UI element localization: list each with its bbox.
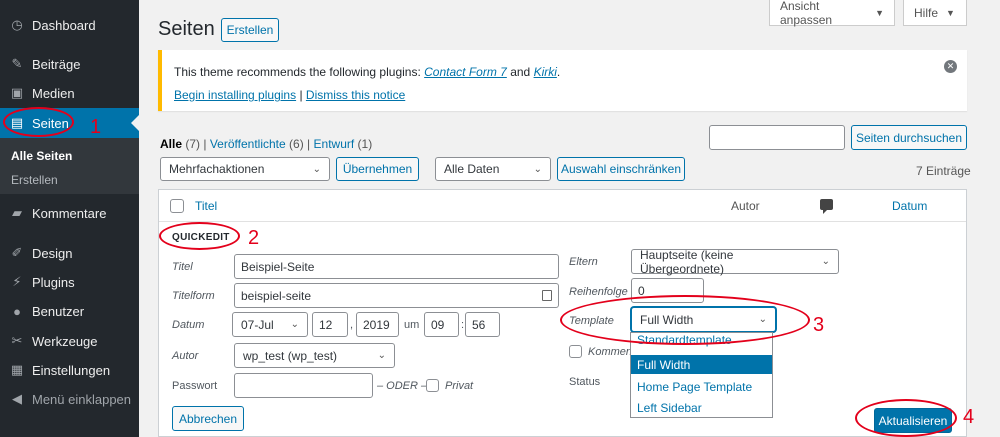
menu-plugins[interactable]: ⚡ Plugins: [0, 267, 139, 297]
menu-tools[interactable]: ✂ Werkzeuge: [0, 326, 139, 356]
annotation-ellipse-1: [3, 107, 74, 137]
submenu-add-new[interactable]: Erstellen: [11, 173, 58, 187]
install-plugins-link[interactable]: Begin installing plugins: [174, 88, 296, 102]
filter-draft[interactable]: Entwurf: [314, 137, 355, 151]
select-all-checkbox[interactable]: [170, 199, 184, 213]
parent-select[interactable]: Hauptseite (keine Übergeordnete) ⌄: [631, 248, 839, 276]
title-input[interactable]: Beispiel-Seite: [234, 254, 559, 279]
pages-submenu: Alle Seiten Erstellen: [0, 138, 139, 194]
annotation-ellipse-2: [159, 222, 240, 250]
dismiss-notice-link[interactable]: Dismiss this notice: [306, 88, 405, 102]
comment-icon: [820, 199, 833, 214]
wrench-icon: ✂: [11, 333, 23, 348]
annotation-number-2: 2: [248, 227, 260, 249]
menu-media[interactable]: ▣ Medien: [0, 78, 139, 108]
year-input[interactable]: 2019: [356, 312, 399, 337]
contact-form-link[interactable]: Contact Form 7: [424, 65, 507, 79]
template-option-left-sidebar[interactable]: Left Sidebar: [631, 398, 772, 417]
chevron-down-icon: ⌄: [821, 256, 830, 267]
chevron-down-icon: ⌄: [533, 163, 542, 175]
allow-comments-checkbox[interactable]: [569, 345, 582, 358]
annotation-number-1: 1: [90, 116, 102, 138]
screen-options-button[interactable]: Ansicht anpassen ▼: [769, 0, 895, 27]
column-date[interactable]: Datum: [892, 199, 927, 213]
comments-label: Komment: [588, 346, 636, 358]
media-icon: ▣: [10, 85, 24, 100]
plugin-icon: ⚡: [12, 274, 22, 289]
apply-button[interactable]: Übernehmen: [336, 157, 419, 181]
status-filter: Alle (7) | Veröffentlichte (6) | Entwurf…: [160, 137, 373, 151]
settings-icon: ▦: [10, 362, 24, 377]
annotation-number-3: 3: [813, 314, 825, 336]
template-option-full-width[interactable]: Full Width: [631, 355, 772, 374]
password-label: Passwort: [172, 380, 218, 392]
comment-icon: ▰: [12, 205, 22, 220]
private-label: Privat: [445, 380, 474, 392]
pages-table: Titel Autor Datum QUICKEDIT Titel Beispi…: [158, 189, 967, 437]
filter-all[interactable]: Alle: [160, 137, 182, 151]
filter-published[interactable]: Veröffentlichte: [210, 137, 286, 151]
title-label: Titel: [172, 261, 193, 273]
menu-settings[interactable]: ▦ Einstellungen: [0, 355, 139, 385]
menu-appearance[interactable]: ✐ Design: [0, 238, 139, 268]
help-button[interactable]: Hilfe ▼: [903, 0, 967, 26]
chevron-down-icon: ⌄: [290, 319, 299, 330]
filter-button[interactable]: Auswahl einschränken: [557, 157, 685, 181]
menu-dashboard[interactable]: ◷ Dashboard: [0, 10, 139, 40]
template-dropdown: Standardtemplate Full Width Home Page Te…: [630, 332, 773, 418]
author-label: Autor: [172, 350, 199, 362]
table-header: Titel Autor Datum: [159, 190, 966, 222]
column-title[interactable]: Titel: [195, 199, 217, 213]
slug-label: Titelform: [172, 290, 215, 302]
chevron-down-icon: ⌄: [312, 163, 321, 175]
search-input[interactable]: [709, 125, 845, 150]
close-icon[interactable]: ✕: [944, 60, 957, 73]
id-card-icon: [542, 290, 552, 301]
pin-icon: ✎: [11, 56, 23, 71]
search-pages-button[interactable]: Seiten durchsuchen: [851, 125, 967, 150]
notice-actions: Begin installing plugins | Dismiss this …: [174, 88, 406, 102]
plugin-notice: This theme recommends the following plug…: [158, 50, 967, 111]
page-title: Seiten: [158, 18, 215, 40]
kirki-link[interactable]: Kirki: [534, 65, 557, 79]
submenu-all-pages[interactable]: Alle Seiten: [11, 149, 72, 163]
menu-collapse[interactable]: ◀ Menü einklappen: [0, 384, 139, 414]
add-new-page-button[interactable]: Erstellen: [221, 18, 279, 42]
current-menu-arrow: [131, 115, 139, 131]
admin-sidebar: ◷ Dashboard ✎ Beiträge ▣ Medien ▤ Seiten…: [0, 0, 139, 437]
template-option-home[interactable]: Home Page Template: [631, 377, 772, 396]
parent-label: Eltern: [569, 256, 598, 268]
annotation-ellipse-3: [560, 295, 810, 345]
bulk-actions-select[interactable]: Mehrfachaktionen ⌄: [160, 157, 330, 181]
dashboard-icon: ◷: [11, 17, 23, 32]
menu-comments[interactable]: ▰ Kommentare: [0, 198, 139, 228]
day-input[interactable]: 12: [312, 312, 348, 337]
private-checkbox[interactable]: [426, 379, 439, 392]
status-label: Status: [569, 376, 601, 388]
chevron-down-icon: ⌄: [377, 350, 386, 361]
user-icon: ●: [13, 303, 21, 319]
annotation-number-4: 4: [963, 406, 975, 428]
month-select[interactable]: 07-Jul ⌄: [232, 312, 308, 337]
date-label: Datum: [172, 319, 205, 331]
slug-input[interactable]: beispiel-seite: [234, 283, 559, 308]
cancel-button[interactable]: Abbrechen: [172, 406, 244, 431]
brush-icon: ✐: [11, 245, 23, 260]
author-select[interactable]: wp_test (wp_test) ⌄: [234, 343, 395, 368]
items-count: 7 Einträge: [916, 164, 971, 178]
menu-posts[interactable]: ✎ Beiträge: [0, 49, 139, 79]
collapse-icon: ◀: [12, 391, 22, 406]
minute-input[interactable]: 56: [465, 312, 500, 337]
order-label: Reihenfolge: [569, 286, 628, 298]
date-filter-select[interactable]: Alle Daten ⌄: [435, 157, 551, 181]
hour-input[interactable]: 09: [424, 312, 459, 337]
annotation-ellipse-4: [855, 399, 957, 437]
caret-down-icon: ▼: [875, 7, 884, 18]
column-author: Autor: [731, 199, 760, 213]
password-input[interactable]: [234, 373, 373, 398]
menu-users[interactable]: ● Benutzer: [0, 296, 139, 326]
notice-text: This theme recommends the following plug…: [174, 65, 561, 79]
caret-down-icon: ▼: [946, 7, 955, 18]
